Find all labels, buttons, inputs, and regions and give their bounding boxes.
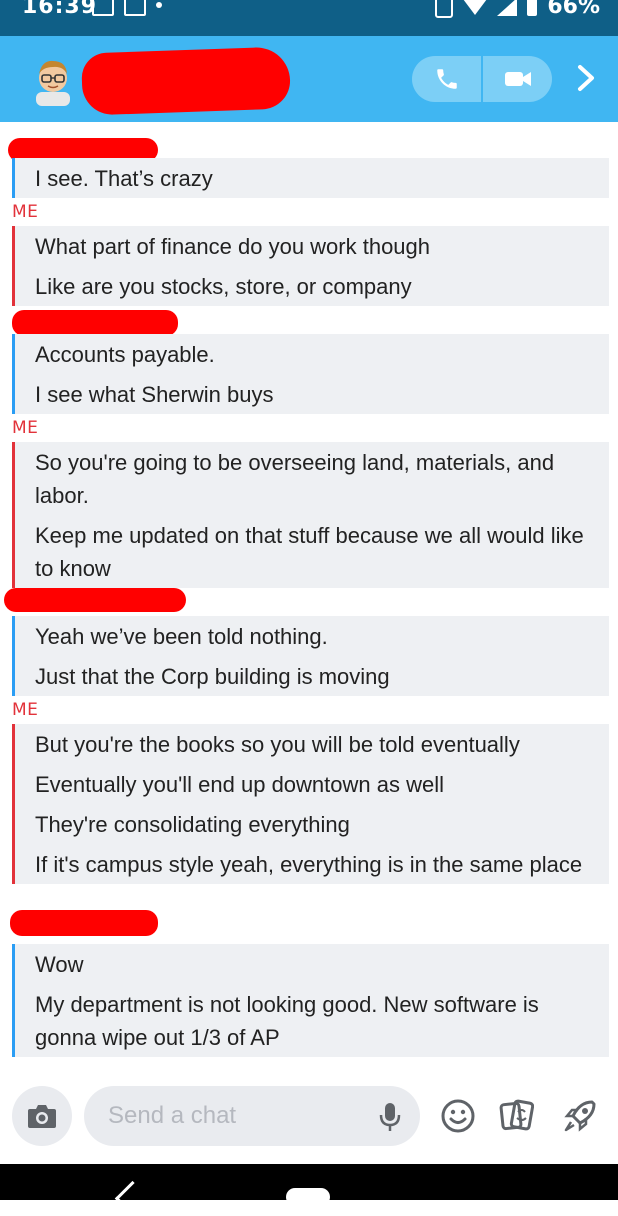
chevron-right-icon [578, 65, 594, 91]
bitmoji-avatar[interactable] [30, 56, 76, 106]
microphone-icon[interactable] [376, 1102, 404, 1132]
phone-icon [436, 69, 457, 89]
message-block: What part of finance do you work though … [12, 226, 609, 306]
message-block: Wow My department is not looking good. N… [12, 944, 609, 1057]
battery-icon [527, 0, 538, 16]
sender-label-me: ME [12, 700, 39, 720]
chat-message: Just that the Corp building is moving [35, 664, 390, 689]
gallery-notification-icon [92, 0, 114, 16]
sender-label-me: ME [12, 202, 39, 222]
profile-chevron-button[interactable] [566, 58, 606, 98]
chat-field [84, 1086, 420, 1146]
home-pill[interactable] [286, 1188, 330, 1206]
chat-message: Like are you stocks, store, or company [35, 274, 412, 299]
message-block: So you're going to be overseeing land, m… [12, 442, 609, 588]
chat-message: My department is not looking good. New s… [35, 992, 539, 1050]
messages-notification-icon [124, 0, 146, 16]
battery-percent: 66% [547, 0, 600, 19]
chat-message: Eventually you'll end up downtown as wel… [35, 772, 444, 797]
video-camera-icon [504, 72, 531, 86]
sender-label-me: ME [12, 418, 39, 438]
chat-message: What part of finance do you work though [35, 234, 431, 259]
message-block: I see. That’s crazy [12, 158, 609, 198]
signal-icon [497, 0, 518, 16]
stickers-icon[interactable] [498, 1098, 534, 1134]
camera-button[interactable] [12, 1086, 72, 1146]
redacted-sender-name [4, 588, 186, 612]
wifi-icon [463, 0, 488, 15]
vibrate-icon [435, 0, 454, 18]
chat-message: I see what Sherwin buys [35, 382, 274, 407]
video-call-button[interactable] [483, 56, 552, 102]
redacted-sender-name [12, 310, 178, 336]
system-nav-bar [0, 1164, 618, 1216]
chat-message: Wow [35, 952, 84, 977]
chat-header [0, 36, 618, 122]
rocket-icon[interactable] [562, 1098, 598, 1134]
chat-message: Accounts payable. [35, 342, 215, 367]
chat-message: But you're the books so you will be told… [35, 732, 520, 757]
chat-message: Yeah we’ve been told nothing. [35, 624, 328, 649]
status-time: 16:39 [22, 0, 98, 19]
emoji-icon[interactable] [440, 1098, 476, 1134]
camera-icon [28, 1105, 56, 1128]
chat-message: If it's campus style yeah, everything is… [35, 852, 583, 877]
chat-message: Keep me updated on that stuff because we… [35, 523, 584, 581]
message-block: Yeah we’ve been told nothing. Just that … [12, 616, 609, 696]
message-block: But you're the books so you will be told… [12, 724, 609, 884]
send-chat-input[interactable] [106, 1098, 370, 1134]
notification-dot-icon [156, 2, 162, 8]
call-buttons [412, 56, 552, 102]
redacted-sender-name [10, 910, 158, 936]
chat-message: I see. That’s crazy [35, 166, 213, 191]
redacted-contact-name [80, 46, 292, 116]
chat-message: They're consolidating everything [35, 812, 350, 837]
chat-message: So you're going to be overseeing land, m… [35, 450, 555, 508]
message-block: Accounts payable. I see what Sherwin buy… [12, 334, 609, 414]
chat-transcript[interactable]: I see. That’s crazy ME What part of fina… [0, 122, 618, 1062]
chat-input-bar [0, 1062, 618, 1164]
back-gesture-icon[interactable] [114, 1180, 151, 1216]
voice-call-button[interactable] [412, 56, 483, 102]
status-bar: 16:39 66% [0, 0, 618, 36]
